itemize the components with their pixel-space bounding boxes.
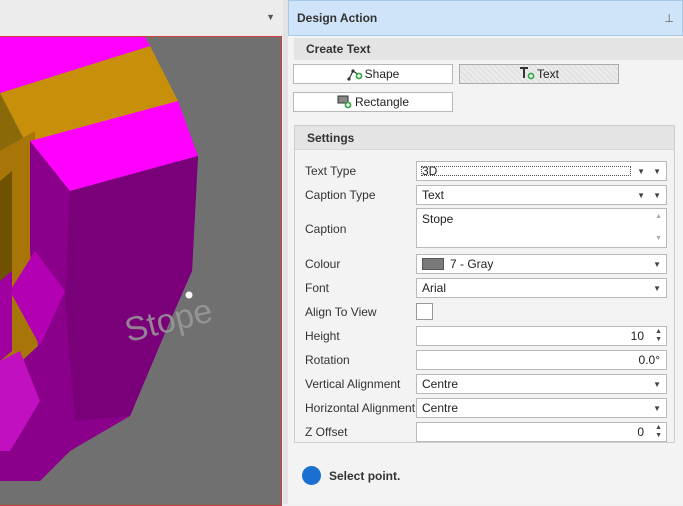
z-offset-row: Z Offset 0 ▲ ▼	[295, 422, 674, 442]
rectangle-button-label: Rectangle	[354, 95, 410, 109]
chevron-down-icon[interactable]: ▼	[637, 167, 645, 176]
viewport-dropdown-icon[interactable]: ▼	[266, 12, 275, 22]
colour-value: 7 - Gray	[450, 257, 494, 271]
font-label: Font	[305, 281, 330, 295]
z-offset-input[interactable]: 0 ▲ ▼	[416, 422, 667, 442]
horizontal-alignment-value: Centre	[422, 401, 459, 415]
scene-graphic: Stope	[0, 37, 281, 505]
shape-node-icon	[347, 67, 363, 81]
status-bar: Select point.	[302, 466, 400, 485]
text-add-icon	[519, 67, 535, 81]
spin-updown-icon[interactable]: ▲ ▼	[655, 424, 662, 440]
colour-select[interactable]: 7 - Gray ▼	[416, 254, 667, 274]
chevron-down-icon[interactable]: ▼	[653, 404, 661, 413]
caption-type-select[interactable]: Text ▼ ▼	[416, 185, 667, 205]
horizontal-alignment-label: Horizontal Alignment	[305, 401, 416, 415]
rotation-input[interactable]: 0.0°	[416, 350, 667, 370]
create-text-section: Create Text	[294, 38, 683, 60]
create-text-heading: Create Text	[294, 38, 683, 60]
text-button-label: Text	[536, 67, 559, 81]
scroll-up-icon[interactable]: ▲	[655, 213, 662, 221]
vertical-alignment-select[interactable]: Centre ▼	[416, 374, 667, 394]
chevron-down-icon[interactable]: ▼	[653, 167, 661, 176]
colour-swatch	[422, 258, 444, 270]
caption-type-row: Caption Type Text ▼ ▼	[295, 185, 674, 205]
settings-section: Settings Text Type 3D ▼ ▼ Caption Type T…	[294, 125, 675, 443]
colour-row: Colour 7 - Gray ▼	[295, 254, 674, 274]
rotation-label: Rotation	[305, 353, 350, 367]
3d-viewport[interactable]: Stope	[0, 36, 282, 506]
caption-type-value: Text	[422, 188, 445, 202]
caption-type-label: Caption Type	[305, 188, 376, 202]
text-type-select[interactable]: 3D ▼ ▼	[416, 161, 667, 181]
z-offset-label: Z Offset	[305, 425, 348, 439]
chevron-down-icon[interactable]: ▼	[653, 191, 661, 200]
viewport-toolbar: ▼	[0, 0, 287, 37]
vertical-alignment-value: Centre	[422, 377, 459, 391]
spin-updown-icon[interactable]: ▲ ▼	[655, 328, 662, 344]
align-to-view-label: Align To View	[305, 305, 377, 319]
status-text: Select point.	[329, 468, 401, 483]
z-offset-value: 0	[637, 425, 644, 439]
chevron-down-icon[interactable]: ▼	[653, 260, 661, 269]
text-button[interactable]: Text	[459, 64, 619, 84]
font-row: Font Arial ▼	[295, 278, 674, 298]
settings-heading: Settings	[295, 126, 674, 150]
shape-button[interactable]: Shape	[293, 64, 453, 84]
chevron-down-icon[interactable]: ▼	[637, 191, 645, 200]
rotation-row: Rotation 0.0°	[295, 350, 674, 370]
chevron-down-icon[interactable]: ▼	[653, 380, 661, 389]
font-select[interactable]: Arial ▼	[416, 278, 667, 298]
caption-value: Stope	[422, 212, 454, 226]
align-to-view-checkbox[interactable]	[416, 303, 433, 320]
height-label: Height	[305, 329, 340, 343]
height-value: 10	[630, 329, 644, 343]
caption-textarea[interactable]: Stope ▲ ▼	[416, 208, 667, 248]
status-dot-icon	[302, 466, 321, 485]
height-row: Height 10 ▲ ▼	[295, 326, 674, 346]
colour-label: Colour	[305, 257, 341, 271]
height-input[interactable]: 10 ▲ ▼	[416, 326, 667, 346]
scroll-down-icon[interactable]: ▼	[655, 235, 662, 243]
panel-title: Design Action	[297, 11, 378, 25]
rotation-value: 0.0°	[638, 353, 660, 367]
vertical-alignment-row: Vertical Alignment Centre ▼	[295, 374, 674, 394]
design-action-panel: Design Action ⊥ Create Text Shape Text R…	[288, 0, 683, 504]
vertical-alignment-label: Vertical Alignment	[305, 377, 401, 391]
caption-label: Caption	[305, 222, 347, 236]
horizontal-alignment-select[interactable]: Centre ▼	[416, 398, 667, 418]
text-type-row: Text Type 3D ▼ ▼	[295, 161, 674, 181]
shape-button-label: Shape	[364, 67, 400, 81]
font-value: Arial	[422, 281, 447, 295]
text-type-label: Text Type	[305, 164, 357, 178]
pin-icon[interactable]: ⊥	[664, 12, 674, 25]
rectangle-add-icon	[337, 95, 353, 109]
horizontal-alignment-row: Horizontal Alignment Centre ▼	[295, 398, 674, 418]
chevron-down-icon[interactable]: ▼	[653, 284, 661, 293]
panel-header: Design Action ⊥	[288, 0, 683, 36]
caption-row: Caption Stope ▲ ▼	[295, 208, 674, 250]
rectangle-button[interactable]: Rectangle	[293, 92, 453, 112]
align-to-view-row: Align To View	[295, 302, 674, 322]
